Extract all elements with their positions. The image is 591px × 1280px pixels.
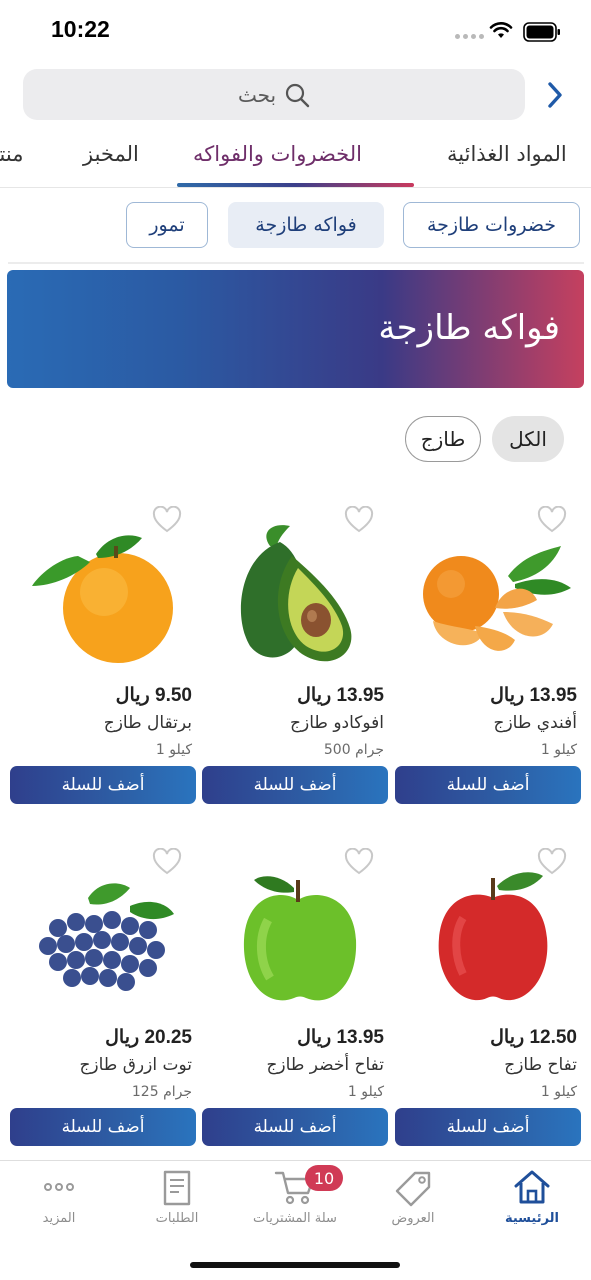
chevron-right-icon — [548, 82, 562, 108]
product-price: 13.95 ريال — [297, 685, 384, 706]
chip-dates[interactable]: تمور — [126, 202, 208, 248]
nav-label: الطلبات — [155, 1211, 199, 1226]
product-quantity: 500 جرام — [323, 742, 384, 758]
add-to-cart-button[interactable]: أضف للسلة — [10, 766, 196, 804]
tag-icon — [395, 1171, 431, 1207]
nav-label: العروض — [391, 1211, 435, 1226]
nav-label: الرئيسية — [504, 1211, 560, 1226]
add-to-cart-button[interactable]: أضف للسلة — [395, 766, 581, 804]
search-placeholder: بحث — [237, 82, 277, 107]
product-name: تفاح طازج — [504, 1055, 577, 1075]
product-name: أفندي طازج — [493, 713, 577, 733]
back-button[interactable] — [538, 76, 572, 114]
active-tab-indicator — [177, 183, 414, 187]
product-quantity: 1 كيلو — [155, 742, 192, 758]
cart-count-badge: 10 — [305, 1165, 343, 1191]
nav-home[interactable]: الرئيسية — [473, 1161, 591, 1241]
product-card[interactable]: 13.95 ريال تفاح أخضر طازج 1 كيلو أضف للس… — [202, 838, 388, 1158]
add-to-cart-button[interactable]: أضف للسلة — [202, 1108, 388, 1146]
category-banner: فواكه طازجة — [7, 270, 584, 388]
product-name: توت ازرق طازج — [79, 1055, 192, 1075]
divider — [8, 262, 584, 264]
nav-label: سلة المشتريات — [253, 1211, 337, 1226]
tab-products[interactable]: منتج — [0, 142, 23, 166]
add-to-cart-button[interactable]: أضف للسلة — [10, 1108, 196, 1146]
add-to-cart-button[interactable]: أضف للسلة — [395, 1108, 581, 1146]
signal-icon — [455, 34, 484, 39]
category-tabs: المواد الغذائية الخضروات والفواكه المخبز… — [0, 130, 591, 188]
product-price: 20.25 ريال — [105, 1027, 192, 1048]
nav-label: المزيد — [42, 1211, 76, 1226]
product-image-blueberries — [39, 883, 174, 991]
product-image-red-apple — [438, 872, 548, 1001]
product-price: 9.50 ريال — [115, 685, 192, 706]
nav-orders[interactable]: الطلبات — [118, 1161, 236, 1241]
banner-title: فواكه طازجة — [378, 308, 560, 348]
home-icon — [514, 1170, 550, 1204]
tab-groceries[interactable]: المواد الغذائية — [447, 142, 567, 166]
nav-more[interactable]: المزيد — [0, 1161, 118, 1241]
product-card[interactable]: 20.25 ريال توت ازرق طازج 125 جرام أضف لل… — [10, 838, 196, 1158]
filter-all[interactable]: الكل — [492, 416, 564, 462]
product-price: 12.50 ريال — [490, 1027, 577, 1048]
more-icon — [44, 1183, 74, 1191]
product-image-avocado — [240, 525, 352, 662]
battery-icon — [523, 22, 560, 42]
product-price: 13.95 ريال — [297, 1027, 384, 1048]
product-name: تفاح أخضر طازج — [266, 1055, 384, 1075]
product-quantity: 1 كيلو — [540, 742, 577, 758]
product-name: افوكادو طازج — [290, 713, 384, 733]
nav-offers[interactable]: العروض — [354, 1161, 472, 1241]
product-price: 13.95 ريال — [490, 685, 577, 706]
status-bar: 10:22 — [0, 0, 591, 62]
wifi-icon — [489, 22, 513, 38]
filter-fresh[interactable]: طازج — [405, 416, 481, 462]
chip-fresh-vegetables[interactable]: خضروات طازجة — [403, 202, 580, 248]
product-quantity: 1 كيلو — [347, 1084, 384, 1100]
product-quantity: 1 كيلو — [540, 1084, 577, 1100]
product-card[interactable]: 13.95 ريال أفندي طازج 1 كيلو أضف للسلة — [395, 496, 581, 816]
add-to-cart-button[interactable]: أضف للسلة — [202, 766, 388, 804]
product-card[interactable]: 13.95 ريال افوكادو طازج 500 جرام أضف للس… — [202, 496, 388, 816]
chip-fresh-fruits[interactable]: فواكه طازجة — [228, 202, 384, 248]
tab-vegetables-fruits[interactable]: الخضروات والفواكه — [193, 142, 362, 166]
status-time: 10:22 — [51, 16, 110, 42]
product-quantity: 125 جرام — [131, 1084, 192, 1100]
receipt-icon — [163, 1170, 191, 1206]
product-image-tangerine — [423, 546, 571, 651]
product-name: برتقال طازج — [103, 713, 192, 733]
search-input[interactable]: بحث — [23, 69, 525, 120]
search-icon — [285, 83, 310, 107]
subcategory-chips: خضروات طازجة فواكه طازجة تمور — [0, 202, 591, 250]
product-image-green-apple — [243, 876, 357, 1001]
product-image-orange — [32, 535, 173, 663]
home-indicator — [190, 1262, 400, 1268]
tab-bakery[interactable]: المخبز — [83, 142, 139, 166]
product-card[interactable]: 12.50 ريال تفاح طازج 1 كيلو أضف للسلة — [395, 838, 581, 1158]
product-card[interactable]: 9.50 ريال برتقال طازج 1 كيلو أضف للسلة — [10, 496, 196, 816]
